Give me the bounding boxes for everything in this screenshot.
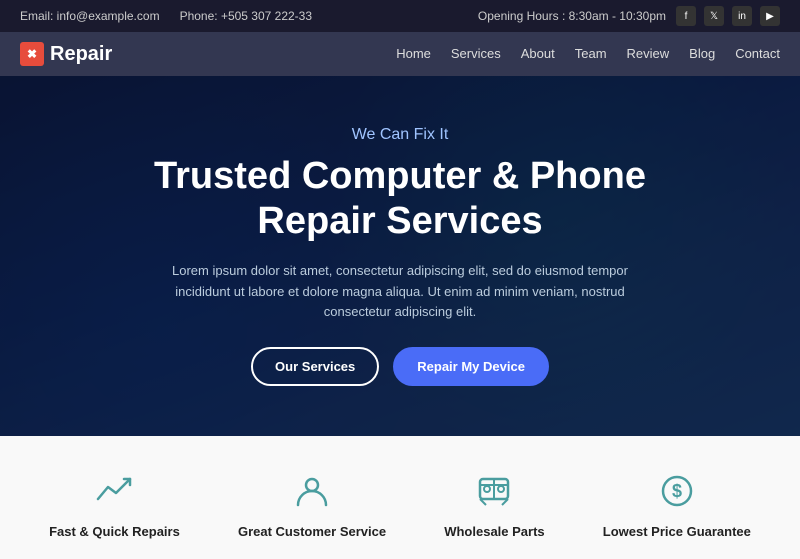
hero-content: We Can Fix It Trusted Computer & Phone R… [100,126,700,387]
feature-wholesale-parts: Wholesale Parts [444,466,544,539]
fast-repairs-icon [89,466,139,516]
logo-icon: ✖ [20,42,44,66]
nav-review[interactable]: Review [627,46,670,61]
twitter-icon[interactable]: 𝕏 [704,6,724,26]
top-bar-right: Opening Hours : 8:30am - 10:30pm f 𝕏 in … [478,6,780,26]
nav-contact[interactable]: Contact [735,46,780,61]
fast-repairs-label: Fast & Quick Repairs [49,524,180,539]
hero-title: Trusted Computer & Phone Repair Services [120,154,680,245]
wholesale-parts-icon [469,466,519,516]
lowest-price-icon: $ [652,466,702,516]
email-info: Email: info@example.com [20,9,160,23]
hero-section: We Can Fix It Trusted Computer & Phone R… [0,76,800,436]
nav-links: Home Services About Team Review Blog Con… [396,45,780,63]
feature-fast-repairs: Fast & Quick Repairs [49,466,180,539]
facebook-icon[interactable]: f [676,6,696,26]
svg-text:$: $ [672,481,682,501]
wholesale-parts-label: Wholesale Parts [444,524,544,539]
opening-hours: Opening Hours : 8:30am - 10:30pm [478,9,666,23]
linkedin-icon[interactable]: in [732,6,752,26]
hero-description: Lorem ipsum dolor sit amet, consectetur … [150,261,650,323]
features-section: Fast & Quick Repairs Great Customer Serv… [0,436,800,559]
lowest-price-label: Lowest Price Guarantee [603,524,751,539]
phone-info: Phone: +505 307 222-33 [180,9,312,23]
services-button[interactable]: Our Services [251,347,379,386]
navbar: ✖ Repair Home Services About Team Review… [0,32,800,76]
nav-home[interactable]: Home [396,46,431,61]
youtube-icon[interactable]: ▶ [760,6,780,26]
logo-text: Repair [50,43,112,66]
customer-service-label: Great Customer Service [238,524,386,539]
hero-subtitle: We Can Fix It [120,126,680,144]
nav-services[interactable]: Services [451,46,501,61]
logo[interactable]: ✖ Repair [20,42,112,66]
repair-button[interactable]: Repair My Device [393,347,549,386]
feature-lowest-price: $ Lowest Price Guarantee [603,466,751,539]
social-icons: f 𝕏 in ▶ [676,6,780,26]
feature-customer-service: Great Customer Service [238,466,386,539]
top-bar: Email: info@example.com Phone: +505 307 … [0,0,800,32]
hero-buttons: Our Services Repair My Device [120,347,680,386]
top-bar-left: Email: info@example.com Phone: +505 307 … [20,9,312,23]
customer-service-icon [287,466,337,516]
nav-about[interactable]: About [521,46,555,61]
nav-team[interactable]: Team [575,46,607,61]
nav-blog[interactable]: Blog [689,46,715,61]
